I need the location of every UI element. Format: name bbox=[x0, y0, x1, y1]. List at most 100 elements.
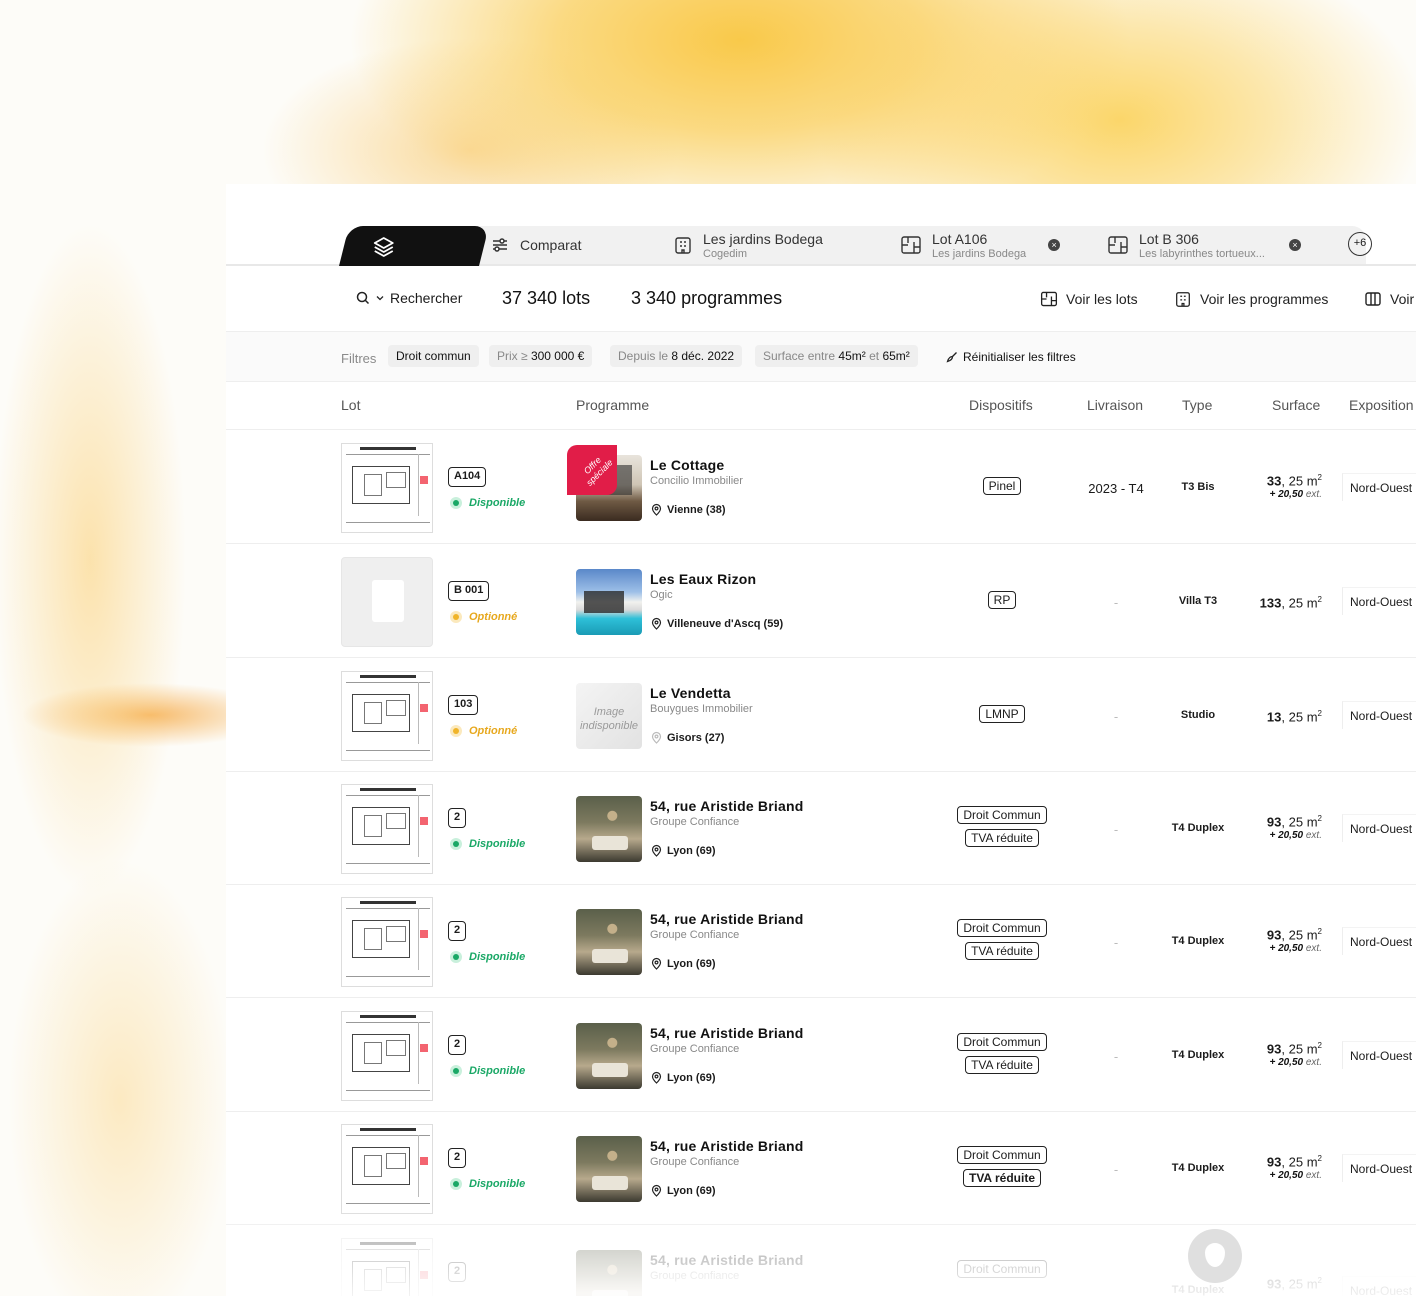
surface-unit: m bbox=[1306, 814, 1318, 830]
filter-value: 45m² bbox=[838, 349, 866, 363]
dispositif-badge: LMNP bbox=[979, 705, 1025, 723]
filter-chip-dispositif[interactable]: Droit commun bbox=[388, 345, 479, 367]
surface-unit: m bbox=[1306, 595, 1318, 611]
programme-image[interactable] bbox=[576, 796, 642, 862]
exposition-value: Nord-Ouest bbox=[1342, 1276, 1416, 1296]
tab-home[interactable] bbox=[339, 226, 489, 266]
table-row[interactable]: 2 Disponible 54, rue Aristide Briand Gro… bbox=[226, 885, 1416, 998]
programme-name[interactable]: 54, rue Aristide Briand bbox=[650, 1252, 803, 1268]
tab-title: Lot A106 bbox=[932, 230, 988, 247]
exposition-value: Nord-Ouest bbox=[1342, 814, 1416, 842]
floorplan-thumbnail[interactable] bbox=[341, 671, 433, 761]
column-header-surface[interactable]: Surface bbox=[1272, 397, 1320, 413]
column-header-lot[interactable]: Lot bbox=[341, 397, 360, 413]
floorplan-thumbnail[interactable] bbox=[341, 1238, 433, 1296]
floorplan-thumbnail[interactable] bbox=[341, 1011, 433, 1101]
programme-name[interactable]: 54, rue Aristide Briand bbox=[650, 911, 803, 927]
programme-image[interactable] bbox=[576, 1250, 642, 1296]
exposition-value: Nord-Ouest bbox=[1342, 927, 1416, 955]
table-row[interactable]: 2 Disponible 54, rue Aristide Briand Gro… bbox=[226, 999, 1416, 1112]
location: Lyon (69) bbox=[650, 957, 716, 970]
tab-comparat[interactable]: Comparat bbox=[490, 226, 581, 264]
chat-bubble-icon[interactable] bbox=[1188, 1229, 1242, 1283]
surface-int: 93 bbox=[1266, 1154, 1282, 1170]
floorplan-icon bbox=[1040, 291, 1058, 307]
status-dot-icon bbox=[450, 1065, 462, 1077]
programme-image[interactable] bbox=[576, 1023, 642, 1089]
programme-name[interactable]: Les Eaux Rizon bbox=[650, 571, 756, 587]
dispositif-badge: Droit Commun bbox=[957, 1146, 1047, 1164]
dispositifs-cell: RP bbox=[952, 591, 1052, 614]
map-pin-icon bbox=[651, 617, 662, 630]
table-row[interactable]: 2 Disponible 54, rue Aristide Briand Gro… bbox=[226, 1112, 1416, 1225]
view-programmes-button[interactable]: Voir les programmes bbox=[1174, 290, 1328, 308]
lot-number: 2 bbox=[448, 1035, 467, 1055]
surface-unit: m bbox=[1306, 927, 1318, 943]
type-value: T4 Duplex bbox=[1171, 1162, 1225, 1174]
status-label: Disponible bbox=[469, 951, 526, 963]
status-badge: Disponible bbox=[450, 497, 525, 509]
programme-name[interactable]: 54, rue Aristide Briand bbox=[650, 1138, 803, 1154]
programme-name[interactable]: 54, rue Aristide Briand bbox=[650, 798, 803, 814]
status-dot-icon bbox=[450, 1178, 462, 1190]
table-row[interactable]: B 001 Optionné Les Eaux Rizon Ogic Ville… bbox=[226, 545, 1416, 658]
surface-unit: m bbox=[1306, 1154, 1318, 1170]
tab-programme[interactable]: Les jardins Bodega Cogedim bbox=[673, 226, 823, 264]
dispositif-badge: TVA réduite bbox=[965, 829, 1039, 847]
surface-dec: 25 bbox=[1288, 927, 1304, 943]
floorplan-placeholder[interactable] bbox=[341, 557, 433, 647]
tab-subtitle: Cogedim bbox=[703, 247, 748, 260]
floorplan-thumbnail[interactable] bbox=[341, 897, 433, 987]
tab-lot-b306[interactable]: Lot B 306 Les labyrinthes tortueux... × bbox=[1107, 226, 1301, 264]
column-header-dispositifs[interactable]: Dispositifs bbox=[969, 397, 1033, 413]
programme-image[interactable] bbox=[576, 569, 642, 635]
table-row[interactable]: 2 Disponible 54, rue Aristide Briand Gro… bbox=[226, 772, 1416, 885]
image-unavailable-placeholder: Image indisponible bbox=[576, 683, 642, 749]
surface-ext: + 20,50 ext. bbox=[1269, 489, 1322, 501]
view-lots-button[interactable]: Voir les lots bbox=[1040, 290, 1138, 308]
column-header-exposition[interactable]: Exposition bbox=[1349, 397, 1414, 413]
view-programmes-label: Voir les programmes bbox=[1200, 291, 1329, 307]
surface-int: 93 bbox=[1266, 1041, 1282, 1057]
surface-int: 133 bbox=[1259, 595, 1282, 611]
close-icon[interactable]: × bbox=[1048, 239, 1061, 251]
reset-filters-button[interactable]: Réinitialiser les filtres bbox=[946, 350, 1076, 364]
column-header-programme[interactable]: Programme bbox=[576, 397, 649, 413]
filter-chip-surface[interactable]: Surface entre 45m² et 65m² bbox=[755, 345, 918, 367]
search-button[interactable]: Rechercher bbox=[356, 290, 462, 306]
surface-dec: 25 bbox=[1288, 1154, 1304, 1170]
filter-chip-date[interactable]: Depuis le 8 déc. 2022 bbox=[610, 345, 743, 367]
lot-number: B 001 bbox=[448, 581, 490, 601]
tab-subtitle: Les labyrinthes tortueux... bbox=[1139, 247, 1265, 260]
dispositif-badge: Droit Commun bbox=[957, 806, 1047, 824]
table-row[interactable]: A104 Disponible Offre spéciale Le Cottag… bbox=[226, 431, 1416, 544]
table-row[interactable]: 103 Optionné Image indisponible Le Vende… bbox=[226, 659, 1416, 772]
tab-lot-a106[interactable]: Lot A106 Les jardins Bodega × bbox=[900, 226, 1061, 264]
status-dot-icon bbox=[450, 951, 462, 963]
programme-image[interactable] bbox=[576, 909, 642, 975]
view-more-button[interactable]: Voir bbox=[1364, 290, 1414, 308]
close-icon[interactable]: × bbox=[1288, 239, 1301, 251]
promoteur-name: Groupe Confiance bbox=[650, 1043, 740, 1055]
surface-dec: 25 bbox=[1288, 473, 1304, 489]
surface-int: 93 bbox=[1266, 814, 1282, 830]
programme-name[interactable]: 54, rue Aristide Briand bbox=[650, 1025, 803, 1041]
surface-dec: 25 bbox=[1288, 709, 1304, 725]
lot-number: 2 bbox=[448, 1148, 467, 1168]
filter-chip-prix[interactable]: Prix ≥ 300 000 € bbox=[489, 345, 593, 367]
more-tabs-button[interactable]: +6 bbox=[1348, 232, 1372, 256]
column-header-type[interactable]: Type bbox=[1182, 397, 1212, 413]
livraison-value: 2023 - T4 bbox=[1088, 481, 1144, 496]
column-header-livraison[interactable]: Livraison bbox=[1087, 397, 1143, 413]
promoteur-name: Groupe Confiance bbox=[650, 816, 740, 828]
programme-image[interactable] bbox=[576, 1136, 642, 1202]
filters-label: Filtres bbox=[341, 351, 377, 366]
programme-name[interactable]: Le Cottage bbox=[650, 457, 724, 473]
lot-number: 2 bbox=[448, 921, 467, 941]
floorplan-thumbnail[interactable] bbox=[341, 443, 433, 533]
programme-name[interactable]: Le Vendetta bbox=[650, 685, 731, 701]
floorplan-thumbnail[interactable] bbox=[341, 1124, 433, 1214]
floorplan-thumbnail[interactable] bbox=[341, 784, 433, 874]
surface-dec: 25 bbox=[1288, 1041, 1304, 1057]
dispositif-badge: Pinel bbox=[982, 477, 1022, 495]
